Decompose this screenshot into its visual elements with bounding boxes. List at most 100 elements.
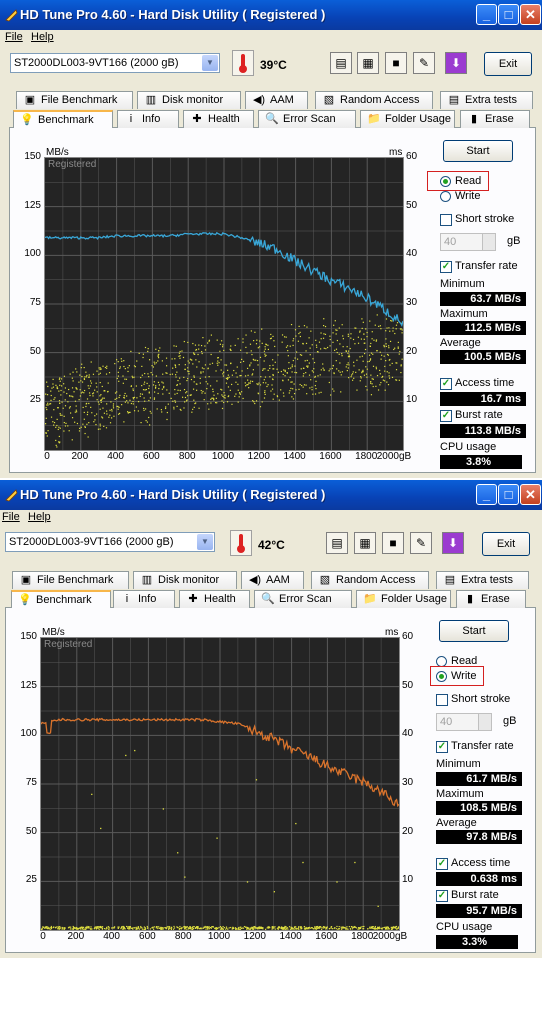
read-radio[interactable]: [440, 176, 451, 187]
transfer-rate-checkbox[interactable]: ✓: [440, 261, 452, 273]
tab-health[interactable]: ✚ Health: [183, 110, 254, 128]
options-icon[interactable]: ✎: [413, 52, 435, 74]
start-button[interactable]: Start: [439, 620, 509, 642]
menu-file[interactable]: File: [5, 31, 23, 43]
maximize-button[interactable]: □: [498, 484, 519, 505]
chevron-down-icon[interactable]: ▼: [197, 534, 213, 550]
exit-button[interactable]: Exit: [484, 52, 532, 76]
access-time-point: [45, 423, 47, 425]
short-stroke-spinner[interactable]: 40: [436, 713, 492, 731]
access-time-point: [74, 421, 76, 423]
access-time-point: [128, 928, 130, 930]
tab-info[interactable]: i Info: [113, 590, 175, 608]
access-time-checkbox[interactable]: ✓: [436, 858, 448, 870]
transfer-rate-checkbox[interactable]: ✓: [436, 741, 448, 753]
access-time-point: [273, 393, 275, 395]
y2-tick-label: 60: [406, 151, 418, 162]
tab-disk-monitor[interactable]: ▥ Disk monitor: [133, 571, 237, 589]
access-time-point: [168, 392, 170, 394]
short-stroke-checkbox[interactable]: [440, 214, 452, 226]
close-button[interactable]: ✕: [520, 4, 541, 25]
tab-health[interactable]: ✚ Health: [179, 590, 250, 608]
access-time-point: [80, 392, 82, 394]
minimize-button[interactable]: _: [476, 4, 497, 25]
drive-select[interactable]: ST2000DL003-9VT166 (2000 gB) ▼: [5, 532, 215, 552]
short-stroke-spinner[interactable]: 40: [440, 233, 496, 251]
save-icon[interactable]: ■: [382, 532, 404, 554]
tab-folder-usage[interactable]: 📁 Folder Usage: [360, 110, 455, 128]
copy-image-icon[interactable]: ▦: [354, 532, 376, 554]
menu-help[interactable]: Help: [28, 511, 51, 523]
tab-extra-tests[interactable]: ▤ Extra tests: [440, 91, 533, 109]
access-time-point: [99, 399, 102, 401]
copy-text-icon[interactable]: ▤: [326, 532, 348, 554]
access-time-point: [258, 346, 261, 348]
menu-help[interactable]: Help: [31, 31, 54, 43]
menu-file[interactable]: File: [2, 511, 20, 523]
access-time-point: [61, 926, 63, 929]
tab-file-benchmark[interactable]: ▣ File Benchmark: [12, 571, 129, 589]
tab-extra-tests[interactable]: ▤ Extra tests: [436, 571, 529, 589]
access-time-point: [294, 365, 296, 367]
tab-benchmark[interactable]: 💡 Benchmark: [11, 590, 111, 608]
exit-button[interactable]: Exit: [482, 532, 530, 556]
tab-disk-monitor[interactable]: ▥ Disk monitor: [137, 91, 241, 109]
download-icon[interactable]: ⬇: [442, 532, 464, 554]
copy-text-icon[interactable]: ▤: [330, 52, 352, 74]
write-radio[interactable]: [440, 191, 451, 202]
spinner-arrows-icon[interactable]: [478, 714, 491, 730]
access-time-point: [71, 928, 73, 930]
access-time-point: [128, 411, 130, 414]
download-icon[interactable]: ⬇: [445, 52, 467, 74]
spinner-arrows-icon[interactable]: [482, 234, 495, 250]
tab-info[interactable]: i Info: [117, 110, 179, 128]
copy-image-icon[interactable]: ▦: [357, 52, 379, 74]
access-time-point: [374, 927, 377, 929]
access-time-point: [272, 359, 274, 361]
minimize-button[interactable]: _: [476, 484, 497, 505]
title-bar[interactable]: HD Tune Pro 4.60 - Hard Disk Utility ( R…: [0, 480, 542, 510]
access-time-point: [329, 338, 331, 341]
access-time-point: [376, 314, 378, 316]
minimum-label: Minimum: [440, 278, 485, 290]
close-button[interactable]: ✕: [520, 484, 541, 505]
access-time-point: [204, 364, 207, 366]
access-time-point: [177, 926, 179, 929]
maximize-button[interactable]: □: [498, 4, 519, 25]
tab-aam[interactable]: ◀) AAM: [241, 571, 304, 589]
access-time-point: [53, 409, 55, 411]
access-time-point: [342, 346, 344, 348]
tab-error-scan[interactable]: 🔍 Error Scan: [254, 590, 352, 608]
tab-erase[interactable]: ▮ Erase: [460, 110, 530, 128]
tab-folder-usage[interactable]: 📁 Folder Usage: [356, 590, 451, 608]
access-time-point: [189, 394, 191, 396]
tab-aam[interactable]: ◀) AAM: [245, 91, 308, 109]
burst-rate-checkbox[interactable]: ✓: [436, 890, 448, 902]
tab-file-benchmark[interactable]: ▣ File Benchmark: [16, 91, 133, 109]
access-time-checkbox[interactable]: ✓: [440, 378, 452, 390]
tab-erase[interactable]: ▮ Erase: [456, 590, 526, 608]
options-icon[interactable]: ✎: [410, 532, 432, 554]
access-time-point: [266, 927, 268, 929]
write-radio[interactable]: [436, 671, 447, 682]
chevron-down-icon[interactable]: ▼: [202, 55, 218, 71]
save-icon[interactable]: ■: [385, 52, 407, 74]
start-button[interactable]: Start: [443, 140, 513, 162]
access-time-point: [65, 422, 67, 424]
tab-random-access[interactable]: ▧ Random Access: [315, 91, 433, 109]
access-time-point: [232, 926, 234, 928]
short-stroke-checkbox[interactable]: [436, 694, 448, 706]
average-value: 97.8 MB/s: [436, 830, 522, 844]
access-time-point: [268, 926, 270, 928]
access-time-point: [63, 430, 65, 432]
tab-error-scan[interactable]: 🔍 Error Scan: [258, 110, 356, 128]
access-time-point: [259, 406, 262, 408]
access-time-point: [205, 381, 207, 383]
burst-rate-checkbox[interactable]: ✓: [440, 410, 452, 422]
maximum-label: Maximum: [436, 788, 484, 800]
tab-benchmark[interactable]: 💡 Benchmark: [13, 110, 113, 128]
title-bar[interactable]: HD Tune Pro 4.60 - Hard Disk Utility ( R…: [0, 0, 542, 30]
tab-random-access[interactable]: ▧ Random Access: [311, 571, 429, 589]
drive-select[interactable]: ST2000DL003-9VT166 (2000 gB) ▼: [10, 53, 220, 73]
access-time-point: [199, 928, 201, 930]
